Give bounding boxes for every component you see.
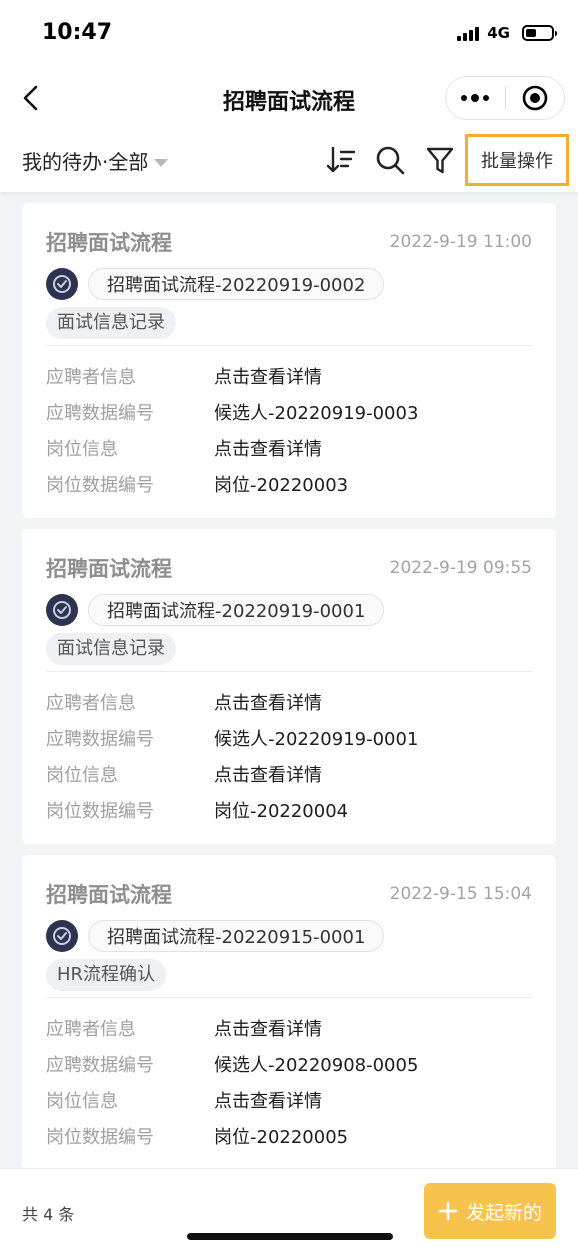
field-label: 应聘者信息 (46, 1019, 136, 1040)
card-field-row: 应聘者信息 点击查看详情 (46, 358, 532, 394)
field-label: 应聘数据编号 (46, 729, 154, 750)
task-card[interactable]: 招聘面试流程 2022-9-19 11:00 招聘面试流程-20220919-0… (22, 203, 556, 518)
stage-tag: HR流程确认 (46, 959, 167, 991)
field-value: 候选人-20220908-0005 (214, 1055, 419, 1076)
process-id-tag: 招聘面试流程-20220915-0001 (88, 920, 385, 952)
network-label: 4G (487, 24, 510, 42)
nav-bar: 招聘面试流程 (0, 66, 578, 130)
field-label: 岗位数据编号 (46, 1127, 154, 1148)
card-title: 招聘面试流程 (46, 557, 172, 581)
stage-tag: 面试信息记录 (46, 307, 176, 339)
process-check-icon (46, 594, 78, 626)
more-button[interactable] (446, 77, 505, 119)
close-miniprogram-button[interactable] (506, 77, 565, 119)
field-value[interactable]: 点击查看详情 (214, 1087, 322, 1113)
card-field-row: 岗位信息 点击查看详情 (46, 1082, 532, 1118)
stage-tag: 面试信息记录 (46, 633, 176, 665)
filter-button[interactable] (424, 144, 456, 176)
todo-filter-label: 我的待办·全部 (22, 150, 149, 174)
sort-icon (326, 146, 356, 173)
card-field-row: 应聘者信息 点击查看详情 (46, 684, 532, 720)
field-label: 应聘者信息 (46, 367, 136, 388)
search-button[interactable] (374, 144, 406, 176)
card-field-row: 岗位数据编号 岗位-20220004 (46, 792, 532, 828)
funnel-icon (426, 147, 454, 174)
field-value[interactable]: 点击查看详情 (214, 761, 322, 787)
home-indicator (187, 1233, 393, 1240)
caret-down-icon (154, 158, 169, 167)
batch-operation-button[interactable]: 批量操作 (465, 134, 569, 186)
battery-icon (522, 25, 557, 41)
status-bar: 10:47 4G (0, 0, 578, 66)
process-id-tag: 招聘面试流程-20220919-0001 (88, 594, 385, 626)
card-header: 招聘面试流程 2022-9-15 15:04 (46, 875, 532, 913)
card-title: 招聘面试流程 (46, 883, 172, 907)
mini-program-capsule (445, 76, 565, 120)
target-circle-icon (522, 85, 548, 111)
field-label: 岗位信息 (46, 765, 118, 786)
field-label: 应聘数据编号 (46, 403, 154, 424)
card-header: 招聘面试流程 2022-9-19 11:00 (46, 223, 532, 261)
field-label: 应聘数据编号 (46, 1055, 154, 1076)
card-field-row: 岗位信息 点击查看详情 (46, 756, 532, 792)
process-id-tag: 招聘面试流程-20220919-0002 (88, 268, 385, 300)
field-value[interactable]: 点击查看详情 (214, 689, 322, 715)
card-field-row: 应聘数据编号 候选人-20220919-0001 (46, 720, 532, 756)
start-new-button[interactable]: 发起新的 (424, 1183, 556, 1239)
field-value: 岗位-20220005 (214, 1127, 349, 1148)
card-field-row: 应聘者信息 点击查看详情 (46, 1010, 532, 1046)
status-time: 10:47 (42, 20, 113, 45)
process-check-icon (46, 268, 78, 300)
field-value[interactable]: 点击查看详情 (214, 1015, 322, 1041)
start-new-label: 发起新的 (465, 1201, 542, 1224)
sort-button[interactable] (325, 144, 357, 176)
more-dots-icon (461, 94, 490, 102)
filter-bar: 我的待办·全部 批量操作 (0, 130, 578, 192)
card-header: 招聘面试流程 2022-9-19 09:55 (46, 549, 532, 587)
signal-icon (457, 25, 480, 41)
task-card[interactable]: 招聘面试流程 2022-9-15 15:04 招聘面试流程-20220915-0… (22, 855, 556, 1168)
card-field-row: 岗位数据编号 岗位-20220003 (46, 466, 532, 502)
total-count: 共 4 条 (22, 1205, 75, 1224)
todo-filter-dropdown[interactable]: 我的待办·全部 (22, 146, 169, 175)
card-time: 2022-9-19 09:55 (389, 558, 532, 578)
card-field-row: 应聘数据编号 候选人-20220908-0005 (46, 1046, 532, 1082)
process-check-icon (46, 920, 78, 952)
plus-icon (438, 1201, 458, 1221)
task-card[interactable]: 招聘面试流程 2022-9-19 09:55 招聘面试流程-20220919-0… (22, 529, 556, 844)
todo-list: 招聘面试流程 2022-9-19 11:00 招聘面试流程-20220919-0… (0, 192, 578, 1168)
card-time: 2022-9-19 11:00 (389, 232, 532, 252)
field-label: 岗位信息 (46, 1091, 118, 1112)
process-row: 招聘面试流程-20220919-0001 (46, 593, 532, 627)
field-label: 岗位数据编号 (46, 801, 154, 822)
field-value: 候选人-20220919-0001 (214, 729, 419, 750)
field-value[interactable]: 点击查看详情 (214, 435, 322, 461)
field-label: 岗位信息 (46, 439, 118, 460)
card-title: 招聘面试流程 (46, 231, 172, 255)
process-row: 招聘面试流程-20220915-0001 (46, 919, 532, 953)
field-label: 应聘者信息 (46, 693, 136, 714)
card-field-row: 岗位数据编号 岗位-20220005 (46, 1118, 532, 1154)
card-fields: 应聘者信息 点击查看详情 应聘数据编号 候选人-20220919-0003 岗位… (46, 346, 532, 518)
field-value[interactable]: 点击查看详情 (214, 363, 322, 389)
field-value: 岗位-20220003 (214, 475, 349, 496)
field-value: 岗位-20220004 (214, 801, 349, 822)
status-indicators: 4G (457, 24, 557, 42)
card-fields: 应聘者信息 点击查看详情 应聘数据编号 候选人-20220908-0005 岗位… (46, 998, 532, 1168)
process-row: 招聘面试流程-20220919-0002 (46, 267, 532, 301)
search-icon (376, 146, 405, 175)
field-label: 岗位数据编号 (46, 475, 154, 496)
card-field-row: 应聘数据编号 候选人-20220919-0003 (46, 394, 532, 430)
field-value: 候选人-20220919-0003 (214, 403, 419, 424)
card-fields: 应聘者信息 点击查看详情 应聘数据编号 候选人-20220919-0001 岗位… (46, 672, 532, 844)
card-field-row: 岗位信息 点击查看详情 (46, 430, 532, 466)
card-time: 2022-9-15 15:04 (389, 884, 532, 904)
